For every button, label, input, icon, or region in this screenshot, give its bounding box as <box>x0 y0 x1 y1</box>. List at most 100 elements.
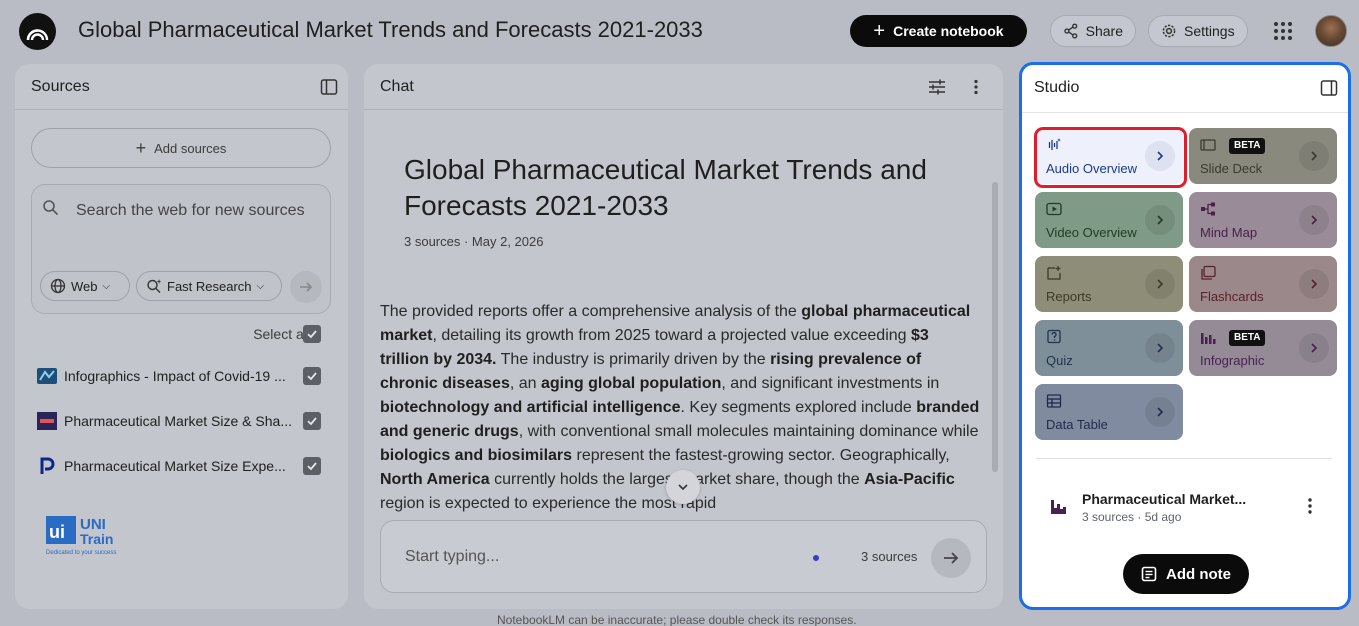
studio-header: Studio <box>1022 65 1348 113</box>
slides-icon <box>1200 139 1216 151</box>
p-logo-icon <box>40 457 55 474</box>
notebooklm-logo-icon[interactable] <box>19 13 56 50</box>
chat-title: Chat <box>380 78 414 95</box>
collapse-panel-icon[interactable] <box>320 78 338 96</box>
chevron-right-icon[interactable] <box>1299 205 1329 235</box>
send-button[interactable] <box>931 538 971 578</box>
source-item-label: Infographics - Impact of Covid-19 ... <box>64 368 286 384</box>
studio-tile-label: Quiz <box>1046 353 1073 368</box>
chevron-right-icon[interactable] <box>1299 333 1329 363</box>
add-note-label: Add note <box>1166 565 1231 583</box>
note-icon <box>1141 566 1157 582</box>
notebook-heading: Global Pharmaceutical Market Trends and … <box>404 154 927 221</box>
check-icon <box>307 372 317 381</box>
share-icon <box>1064 23 1078 39</box>
studio-tile-mind-map[interactable]: Mind Map <box>1189 192 1337 248</box>
apps-grid-icon[interactable] <box>1273 21 1293 41</box>
studio-tile-infographic[interactable]: BETA Infographic <box>1189 320 1337 376</box>
summary-text: , an <box>509 375 541 392</box>
notebook-title[interactable]: Global Pharmaceutical Market Trends and … <box>78 17 703 43</box>
top-bar: Global Pharmaceutical Market Trends and … <box>0 0 1359 62</box>
chevron-right-icon[interactable] <box>1299 269 1329 299</box>
audio-overview-highlight <box>1034 127 1187 188</box>
add-note-button[interactable]: Add note <box>1123 554 1249 594</box>
infographic-icon <box>1051 500 1066 514</box>
scroll-down-button[interactable] <box>666 470 700 504</box>
source-item-label: Pharmaceutical Market Size & Sha... <box>64 413 292 429</box>
web-search-input[interactable]: Search the web for new sources <box>76 199 306 223</box>
chevron-right-icon[interactable] <box>1299 141 1329 171</box>
chat-input[interactable]: Start typing... <box>405 548 499 566</box>
select-all-label: Select all <box>253 326 310 342</box>
source-checkbox[interactable] <box>303 412 321 430</box>
source-item-label: Pharmaceutical Market Size Expe... <box>64 458 286 474</box>
source-item[interactable]: Pharmaceutical Market Size & Sha... <box>35 409 325 433</box>
check-icon <box>307 330 317 339</box>
more-vert-icon[interactable] <box>967 78 985 96</box>
sources-panel: Sources + Add sources Search the web for… <box>15 64 348 609</box>
source-item[interactable]: Infographics - Impact of Covid-19 ... <box>35 364 325 388</box>
studio-tile-quiz[interactable]: Quiz <box>1035 320 1183 376</box>
svg-text:ui: ui <box>49 522 65 542</box>
chevron-right-icon[interactable] <box>1145 333 1175 363</box>
unitrain-logo: ui UNI Train Dedicated to your success <box>46 516 116 556</box>
source-checkbox[interactable] <box>303 457 321 475</box>
notebook-meta: 3 sources · May 2, 2026 <box>404 234 544 249</box>
summary-emphasis: Asia-Pacific <box>864 471 955 488</box>
beta-badge: BETA <box>1229 138 1266 154</box>
sources-title: Sources <box>31 78 90 95</box>
collapse-panel-icon[interactable] <box>1320 79 1338 97</box>
share-button[interactable]: Share <box>1050 15 1136 47</box>
web-chip-label: Web <box>71 278 98 294</box>
settings-button[interactable]: Settings <box>1148 15 1248 47</box>
chat-panel: Chat Global Pharmaceutical Market Trends… <box>364 64 1003 609</box>
source-item[interactable]: Pharmaceutical Market Size Expe... <box>35 454 325 478</box>
input-source-count: 3 sources <box>861 549 918 564</box>
chat-scrollbar[interactable] <box>992 182 998 472</box>
chevron-right-icon[interactable] <box>1145 269 1175 299</box>
select-all-checkbox[interactable] <box>303 325 321 343</box>
web-source-dropdown[interactable]: Web ⌵ <box>40 271 130 301</box>
research-chip-label: Fast Research <box>167 278 252 294</box>
reports-icon <box>1047 266 1061 280</box>
share-label: Share <box>1085 23 1123 39</box>
web-search-box: Search the web for new sources Web ⌵ Fas… <box>31 184 331 314</box>
saved-note-item[interactable]: Pharmaceutical Market... 3 sources · 5d … <box>1036 483 1332 529</box>
summary-text: region is expected to experience the mos… <box>380 495 717 512</box>
source-checkbox[interactable] <box>303 367 321 385</box>
note-title: Pharmaceutical Market... <box>1082 491 1247 507</box>
arrow-right-icon <box>300 282 313 292</box>
studio-tile-slide-deck[interactable]: BETA Slide Deck <box>1189 128 1337 184</box>
quiz-icon <box>1047 329 1061 344</box>
summary-emphasis: aging global population <box>540 375 722 392</box>
studio-tile-label: Slide Deck <box>1200 161 1263 176</box>
chevron-right-icon[interactable] <box>1145 397 1175 427</box>
create-notebook-button[interactable]: + Create notebook <box>850 15 1027 47</box>
chat-input-box[interactable]: Start typing... 3 sources <box>380 520 987 593</box>
studio-tile-data-table[interactable]: Data Table <box>1035 384 1183 440</box>
svg-text:Dedicated to your success: Dedicated to your success <box>46 550 116 556</box>
studio-tile-flashcards[interactable]: Flashcards <box>1189 256 1337 312</box>
data-table-icon <box>1046 394 1062 408</box>
summary-text: , with conventional small molecules main… <box>518 423 979 440</box>
avatar[interactable] <box>1315 15 1347 47</box>
svg-text:Train: Train <box>80 531 113 547</box>
studio-tile-label: Reports <box>1046 289 1092 304</box>
add-sources-button[interactable]: + Add sources <box>31 128 331 168</box>
infographic-source-icon <box>37 368 57 384</box>
chevron-right-icon[interactable] <box>1145 205 1175 235</box>
research-mode-dropdown[interactable]: Fast Research ⌵ <box>136 271 282 301</box>
settings-label: Settings <box>1184 23 1235 39</box>
plus-icon: + <box>135 138 147 158</box>
check-icon <box>307 462 317 471</box>
note-meta: 3 sources · 5d ago <box>1082 510 1182 524</box>
report-source-icon <box>37 412 57 430</box>
submit-search-button[interactable] <box>290 271 322 303</box>
sources-header: Sources <box>15 64 348 110</box>
tune-icon[interactable] <box>928 78 946 96</box>
more-vert-icon[interactable] <box>1300 496 1320 516</box>
studio-tile-video-overview[interactable]: Video Overview <box>1035 192 1183 248</box>
chevron-down-icon: ⌵ <box>256 280 265 292</box>
studio-tile-reports[interactable]: Reports <box>1035 256 1183 312</box>
check-icon <box>307 417 317 426</box>
